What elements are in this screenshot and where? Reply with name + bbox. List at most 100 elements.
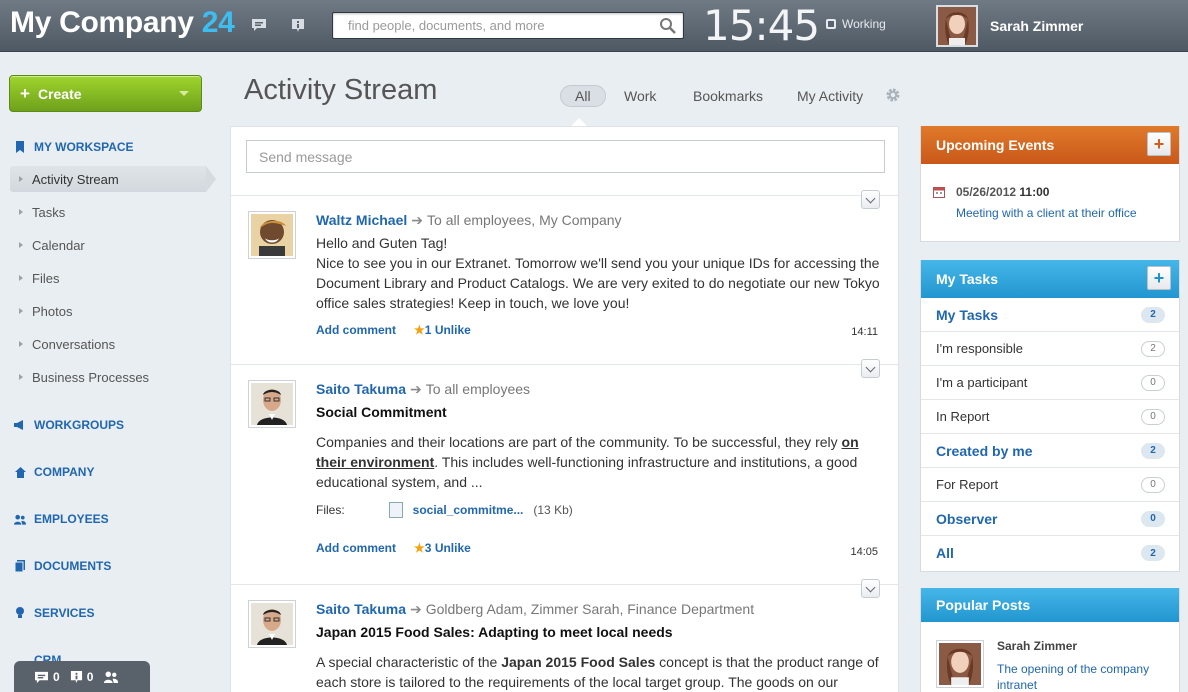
section-label: DOCUMENTS [34, 559, 112, 573]
create-button[interactable]: + Create [9, 75, 202, 112]
user-avatar[interactable] [936, 5, 978, 47]
users-icon [104, 671, 119, 683]
task-row-label: Created by me [936, 442, 1033, 459]
tab-work[interactable]: Work [624, 85, 656, 107]
popular-title[interactable]: Popular Posts [936, 597, 1030, 613]
post-menu-button[interactable] [861, 579, 880, 598]
task-row-label: I'm responsible [936, 341, 1024, 356]
section-documents[interactable]: DOCUMENTS [14, 559, 111, 573]
task-row-observer[interactable]: Observer 0 [921, 502, 1179, 536]
post-recipients[interactable]: To all employees, My Company [427, 212, 622, 228]
sidebar: + Create MY WORKSPACE Activity Stream Tas… [0, 53, 216, 692]
author-name[interactable]: Saito Takuma [316, 601, 406, 617]
event-datetime: 05/26/2012 11:00 [956, 185, 1049, 199]
popular-author[interactable]: Sarah Zimmer [997, 639, 1077, 653]
author-name[interactable]: Saito Takuma [316, 381, 406, 397]
section-my-workspace[interactable]: MY WORKSPACE [14, 140, 134, 154]
send-message-box[interactable] [246, 140, 885, 173]
sidebar-item-conversations[interactable]: Conversations [10, 331, 206, 357]
sidebar-item-files[interactable]: Files [10, 265, 206, 291]
post-author[interactable]: Waltz Michael ➔ To all employees, My Compa… [316, 212, 622, 229]
post-text: A special characteristic of the [316, 654, 502, 670]
task-row-all[interactable]: All 2 [921, 536, 1179, 570]
tab-bookmarks[interactable]: Bookmarks [693, 85, 763, 107]
unlike-link[interactable]: Unlike [435, 323, 471, 337]
search-box[interactable] [332, 12, 684, 39]
messages-counter[interactable]: 0 [34, 670, 60, 684]
triangle-icon [19, 275, 23, 281]
add-task-button[interactable]: + [1147, 266, 1171, 290]
chevron-down-icon[interactable] [179, 91, 189, 96]
task-row-in-report[interactable]: In Report 0 [921, 400, 1179, 434]
status-checkbox-icon[interactable] [826, 19, 836, 29]
section-services[interactable]: SERVICES [14, 606, 94, 620]
task-count: 2 [1141, 545, 1165, 561]
search-input[interactable] [348, 18, 648, 33]
like-control[interactable]: ★1 Unlike [414, 323, 471, 337]
section-employees[interactable]: EMPLOYEES [14, 512, 109, 526]
post-text: Nice to see you in our Extranet. Tomorro… [316, 255, 880, 311]
gear-icon[interactable] [885, 87, 901, 103]
sidebar-item-calendar[interactable]: Calendar [10, 232, 206, 258]
search-icon[interactable] [659, 17, 677, 35]
sidebar-item-business-processes[interactable]: Business Processes [10, 364, 206, 390]
post-title[interactable]: Social Commitment [316, 402, 886, 422]
avatar[interactable] [248, 600, 296, 648]
user-name[interactable]: Sarah Zimmer [990, 18, 1083, 34]
event-link[interactable]: Meeting with a client at their office [956, 206, 1137, 220]
unlike-link[interactable]: Unlike [435, 541, 471, 555]
send-message-input[interactable] [247, 141, 884, 172]
sidebar-item-activity-stream[interactable]: Activity Stream [10, 166, 216, 192]
plus-icon: + [20, 83, 30, 103]
post-title[interactable]: Japan 2015 Food Sales: Adapting to meet … [316, 622, 886, 642]
task-row-participant[interactable]: I'm a participant 0 [921, 366, 1179, 400]
logo-text: My Company [10, 6, 194, 39]
post-author[interactable]: Saito Takuma ➔ Goldberg Adam, Zimmer Sarah… [316, 601, 754, 618]
section-label: WORKGROUPS [34, 418, 124, 432]
add-comment-link[interactable]: Add comment [316, 541, 396, 555]
task-row-responsible[interactable]: I'm responsible 2 [921, 332, 1179, 366]
sidebar-item-photos[interactable]: Photos [10, 298, 206, 324]
notifications-counter[interactable]: 0 [70, 670, 93, 684]
task-row-label: Observer [936, 510, 998, 527]
post-menu-button[interactable] [861, 190, 880, 209]
section-label: SERVICES [34, 606, 95, 620]
company-logo[interactable]: My Company 24 [10, 6, 235, 40]
tasks-title[interactable]: My Tasks [936, 271, 998, 287]
popular-post-link[interactable]: The opening of the company intranet [997, 661, 1172, 692]
section-workgroups[interactable]: WORKGROUPS [14, 418, 124, 432]
chat-icon[interactable] [251, 17, 267, 33]
post-menu-button[interactable] [861, 359, 880, 378]
add-comment-link[interactable]: Add comment [316, 323, 396, 337]
triangle-icon [19, 341, 23, 347]
task-row-for-report[interactable]: For Report 0 [921, 468, 1179, 502]
avatar[interactable] [936, 640, 984, 688]
notification-icon [70, 670, 82, 684]
contacts-button[interactable] [103, 671, 119, 683]
work-status[interactable]: Working [826, 17, 886, 31]
avatar[interactable] [248, 380, 296, 428]
file-size: (13 Kb) [533, 503, 573, 517]
top-bar: My Company 24 15:45 Working Sarah Zimmer [0, 0, 1188, 52]
sidebar-item-tasks[interactable]: Tasks [10, 199, 206, 225]
file-link[interactable]: social_commitme... [413, 503, 524, 517]
tab-my-activity[interactable]: My Activity [797, 85, 863, 107]
post-recipients[interactable]: Goldberg Adam, Zimmer Sarah, Finance Dep… [426, 601, 754, 617]
task-row-my-tasks[interactable]: My Tasks 2 [921, 298, 1179, 332]
clock[interactable]: 15:45 [703, 1, 820, 50]
section-company[interactable]: COMPANY [14, 465, 94, 479]
post-author[interactable]: Saito Takuma ➔ To all employees [316, 381, 530, 398]
author-name[interactable]: Waltz Michael [316, 212, 407, 228]
tab-all[interactable]: All [560, 85, 606, 107]
feed-post: Waltz Michael ➔ To all employees, My Compa… [231, 190, 898, 364]
post-recipients[interactable]: To all employees [426, 381, 530, 397]
avatar[interactable] [248, 211, 296, 259]
task-row-created-by-me[interactable]: Created by me 2 [921, 434, 1179, 468]
like-control[interactable]: ★3 Unlike [414, 541, 471, 555]
home-icon [14, 466, 26, 478]
add-event-button[interactable]: + [1147, 132, 1171, 156]
notification-icon[interactable] [290, 17, 306, 33]
task-count: 0 [1141, 408, 1165, 425]
arrow-right-icon: ➔ [411, 212, 424, 228]
events-title[interactable]: Upcoming Events [936, 137, 1054, 153]
